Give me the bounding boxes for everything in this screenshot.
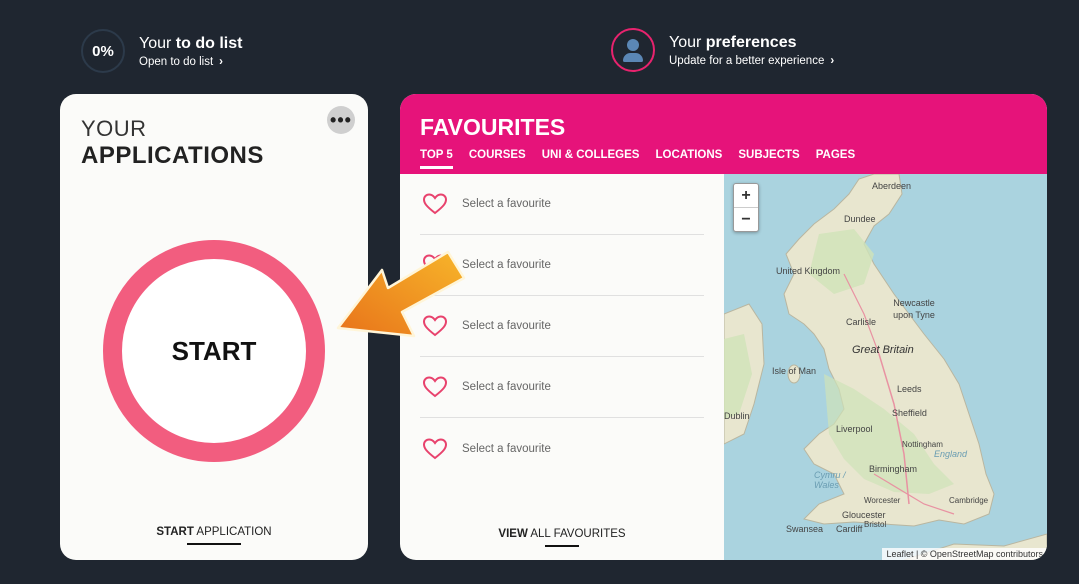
preferences-title: Your preferences: [669, 34, 797, 51]
map-label-leeds: Leeds: [897, 384, 922, 394]
map-label-swansea: Swansea: [786, 524, 824, 534]
orange-arrow-icon: [336, 250, 466, 338]
view-all-favourites-link[interactable]: VIEW ALL FAVOURITES: [400, 528, 724, 540]
user-icon: [611, 28, 655, 72]
favourites-map[interactable]: + − Aberdeen Dundee United Kingdom Newca…: [724, 174, 1047, 560]
map-label-aberdeen: Aberdeen: [872, 181, 912, 191]
favourites-title: FAVOURITES: [420, 114, 566, 140]
favourites-tabs: TOP 5 COURSES UNI & COLLEGES LOCATIONS S…: [420, 149, 855, 169]
zoom-out-button[interactable]: −: [734, 208, 758, 231]
tab-uni-colleges[interactable]: UNI & COLLEGES: [542, 149, 640, 161]
more-options-button[interactable]: •••: [327, 106, 355, 134]
map-label-liverpool: Liverpool: [836, 424, 873, 434]
chevron-right-icon: ›: [830, 55, 835, 67]
map-label-cambridge: Cambridge: [949, 496, 989, 505]
tab-top-5[interactable]: TOP 5: [420, 149, 453, 169]
favourites-card: FAVOURITES TOP 5 COURSES UNI & COLLEGES …: [400, 94, 1047, 560]
tab-locations[interactable]: LOCATIONS: [655, 149, 722, 161]
list-item[interactable]: Select a favourite: [420, 418, 704, 479]
tab-subjects[interactable]: SUBJECTS: [738, 149, 799, 161]
map-label-birmingham: Birmingham: [869, 464, 918, 474]
list-item[interactable]: Select a favourite: [420, 357, 704, 418]
todo-title: Your to do list: [139, 35, 243, 52]
map-label-carlisle: Carlisle: [846, 317, 877, 327]
map-attribution[interactable]: Leaflet | © OpenStreetMap contributors: [882, 548, 1047, 560]
todo-summary[interactable]: 0% Your to do list Open to do list ›: [81, 29, 242, 73]
list-item[interactable]: Select a favourite: [420, 174, 704, 235]
map-label-dublin: Dublin: [724, 411, 750, 421]
map-label-cardiff: Cardiff: [836, 524, 863, 534]
map-label-great-britain: Great Britain: [852, 344, 914, 356]
map-label-united-kingdom: United Kingdom: [776, 266, 841, 276]
applications-title-line1: YOUR: [81, 116, 147, 141]
start-ring-button[interactable]: START: [103, 240, 325, 462]
applications-card: YOUR APPLICATIONS ••• START START APPLIC…: [60, 94, 368, 560]
map-label-sheffield: Sheffield: [892, 408, 927, 418]
tab-courses[interactable]: COURSES: [469, 149, 526, 161]
applications-title-line2: APPLICATIONS: [81, 142, 264, 169]
start-application-link[interactable]: START APPLICATION: [60, 526, 368, 538]
zoom-in-button[interactable]: +: [734, 184, 758, 208]
favourite-placeholder: Select a favourite: [462, 259, 551, 271]
favourite-placeholder: Select a favourite: [462, 198, 551, 210]
favourites-header: FAVOURITES TOP 5 COURSES UNI & COLLEGES …: [400, 94, 1047, 174]
map-label-dundee: Dundee: [844, 214, 876, 224]
favourite-placeholder: Select a favourite: [462, 381, 551, 393]
open-todo-link[interactable]: Open to do list ›: [139, 56, 242, 68]
heart-icon[interactable]: [422, 192, 448, 216]
favourite-placeholder: Select a favourite: [462, 442, 551, 455]
heart-icon[interactable]: [422, 375, 448, 399]
map-label-newcastle: Newcastle upon Tyne: [893, 298, 935, 320]
view-all-underline: [545, 545, 579, 547]
favourite-placeholder: Select a favourite: [462, 320, 551, 332]
map-label-wales: Cymru / Wales: [814, 470, 846, 490]
update-preferences-link[interactable]: Update for a better experience ›: [669, 55, 834, 67]
map-label-isle-of-man: Isle of Man: [772, 366, 817, 376]
map-zoom-control: + −: [733, 183, 759, 232]
chevron-right-icon: ›: [219, 56, 223, 68]
start-application-underline: [187, 543, 241, 545]
map-label-gloucester: Gloucester: [842, 510, 886, 520]
map-label-bristol: Bristol: [864, 520, 887, 529]
map-label-england: England: [934, 449, 968, 459]
heart-icon[interactable]: [422, 437, 448, 461]
map-label-worcester: Worcester: [864, 496, 901, 505]
tab-pages[interactable]: PAGES: [816, 149, 855, 161]
preferences-summary[interactable]: Your preferences Update for a better exp…: [611, 28, 834, 72]
start-label: START: [171, 335, 257, 366]
todo-progress-badge: 0%: [81, 29, 125, 73]
map-label-nottingham: Nottingham: [902, 440, 943, 449]
